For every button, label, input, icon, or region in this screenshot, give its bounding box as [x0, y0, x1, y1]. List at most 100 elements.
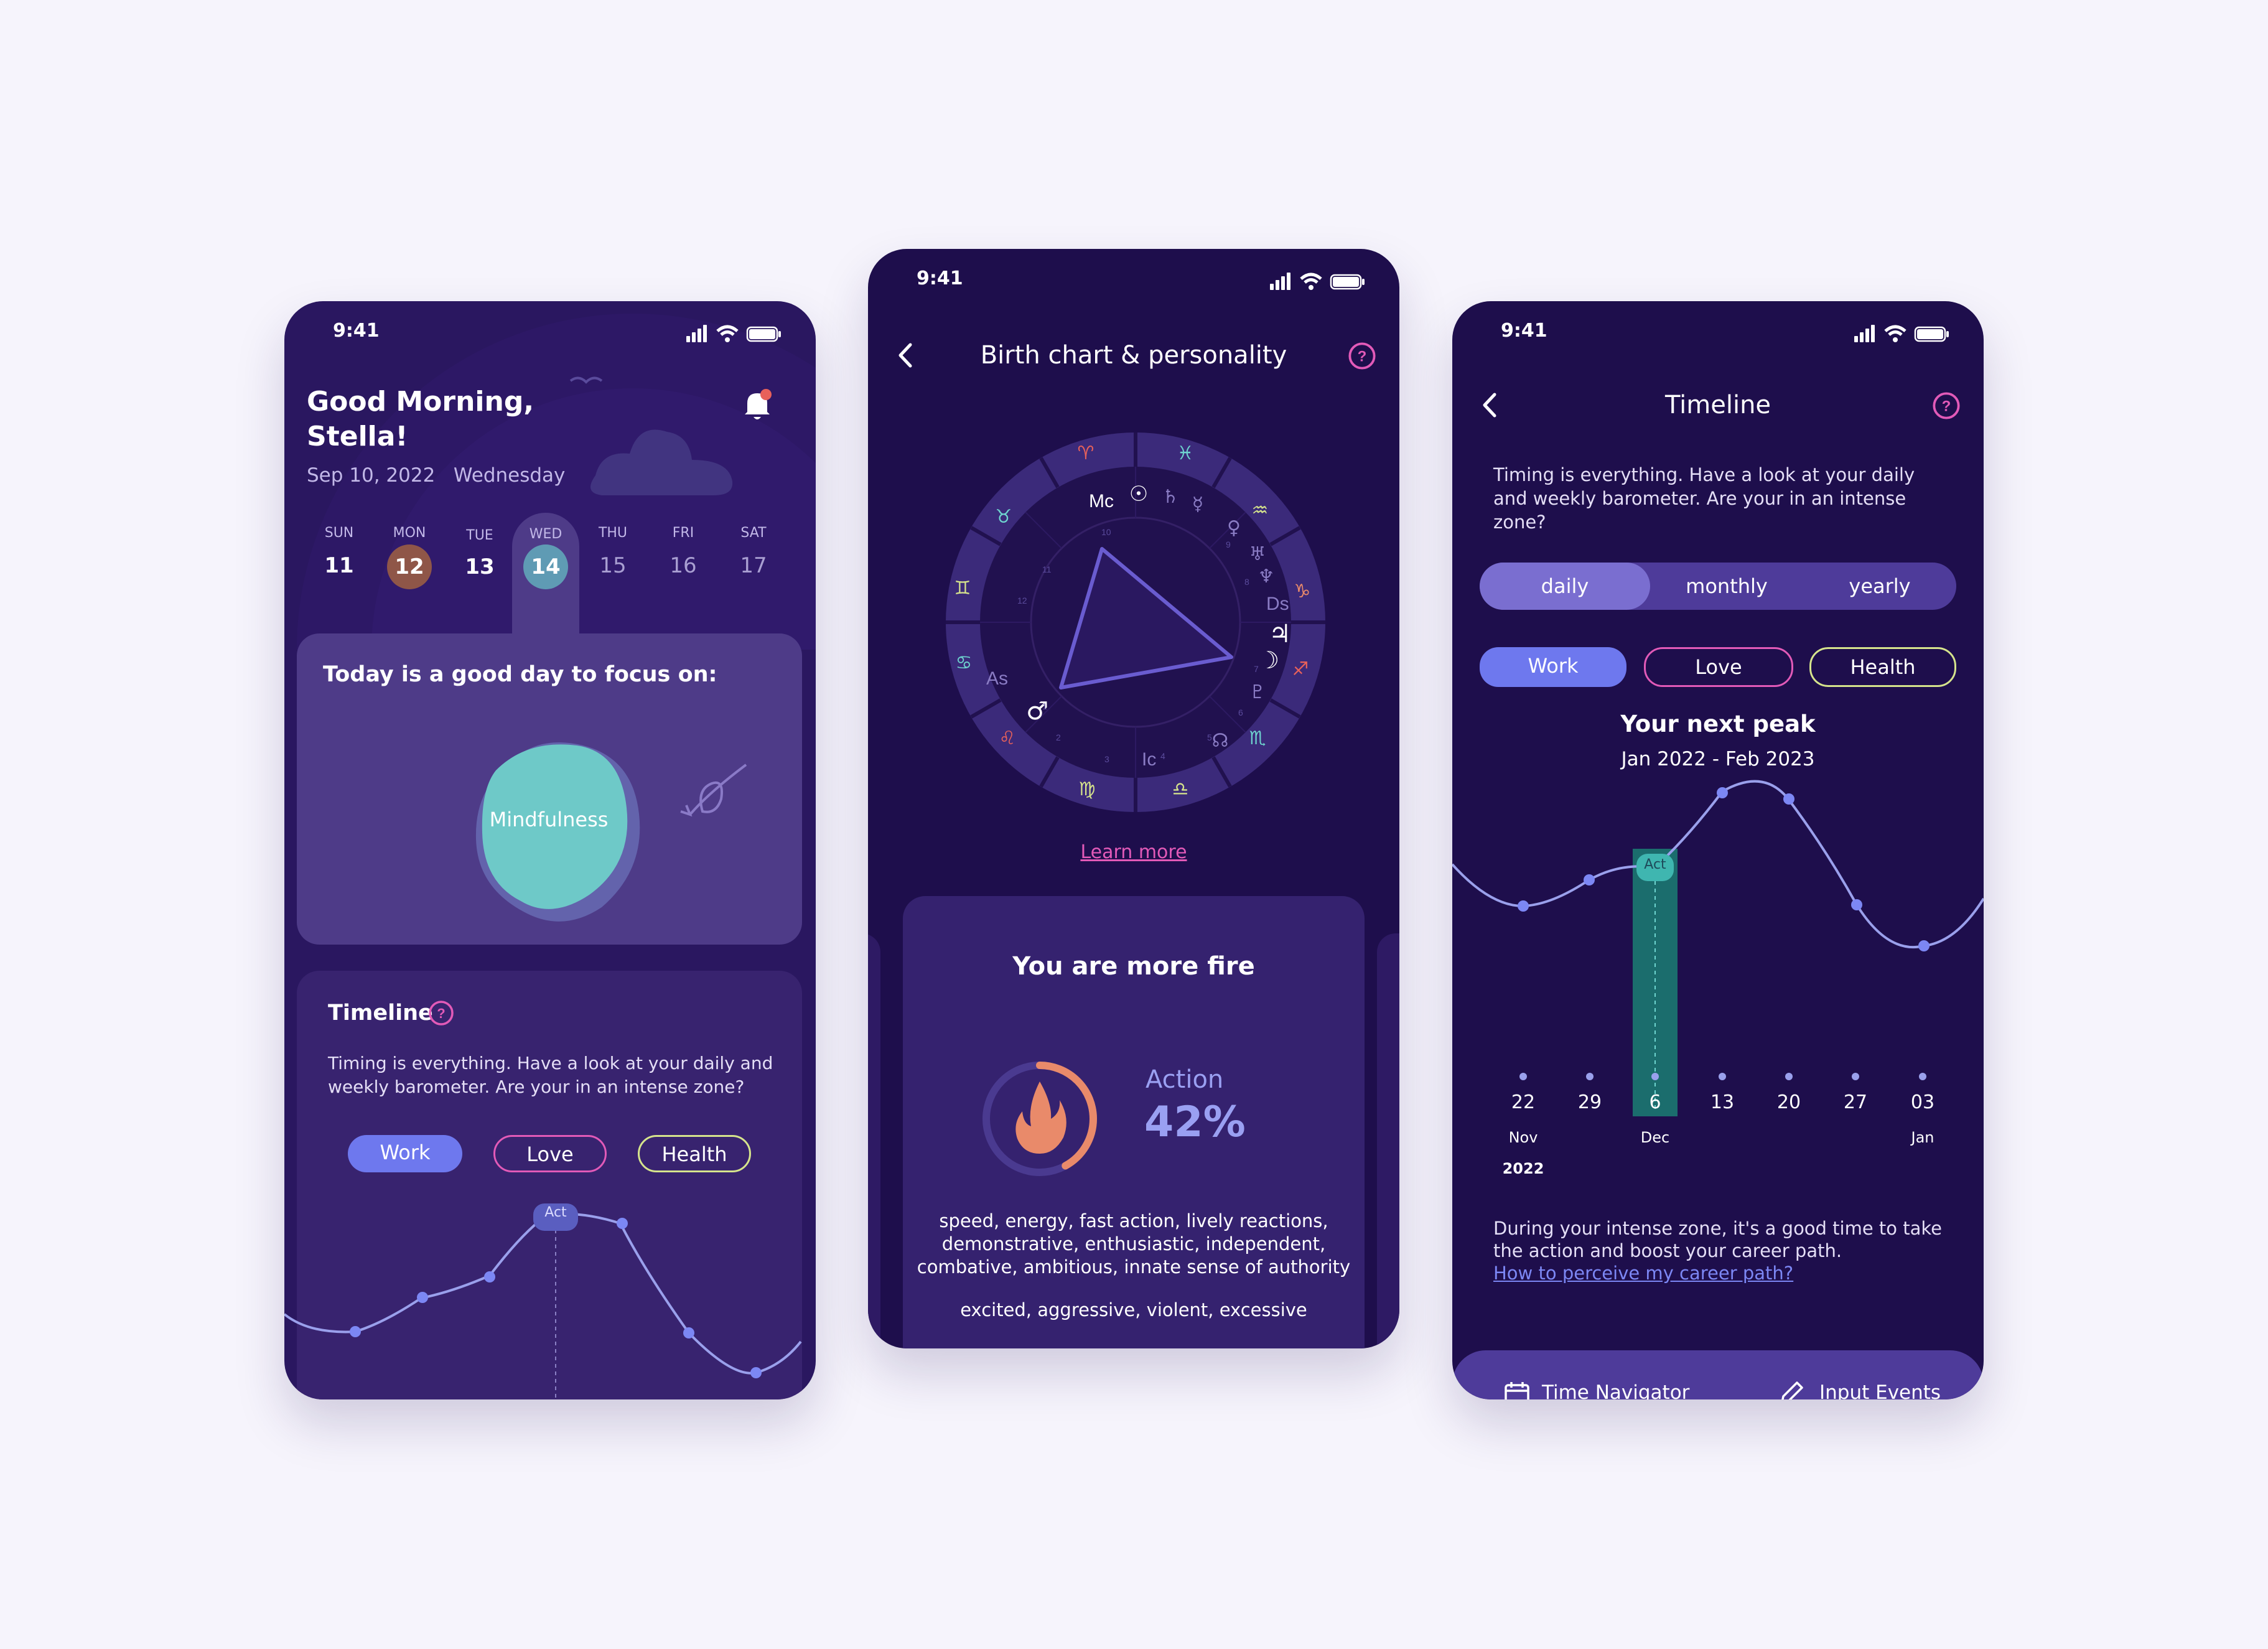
back-icon[interactable] — [893, 340, 918, 371]
day-sat[interactable]: SAT 17 — [726, 525, 782, 578]
svg-text:♈: ♈ — [1078, 442, 1094, 464]
current-weekday: Wednesday — [453, 464, 566, 487]
chip-love[interactable]: Love — [493, 1135, 607, 1172]
svg-text:♒: ♒ — [1252, 500, 1269, 521]
svg-text:♇: ♇ — [1249, 681, 1266, 703]
traits-line: combative, ambitious, innate sense of au… — [917, 1256, 1351, 1278]
status-bar: 9:41 — [1452, 301, 1984, 363]
svg-text:♅: ♅ — [1249, 543, 1266, 565]
day-label: THU — [598, 525, 628, 541]
day-number: 11 — [324, 553, 354, 578]
chip-health[interactable]: Health — [1809, 647, 1956, 687]
svg-text:Ds: Ds — [1266, 594, 1289, 614]
svg-text:♓: ♓ — [1177, 442, 1194, 464]
svg-text:♐: ♐ — [1292, 658, 1309, 680]
day-label: WED — [529, 526, 562, 542]
timeline-chart[interactable] — [1452, 774, 1984, 1123]
timeline-screen: 9:41 Timeline ? Timing is everything. Ha… — [1452, 301, 1984, 1399]
help-icon[interactable]: ? — [1347, 341, 1377, 371]
status-time: 9:41 — [1501, 320, 1547, 342]
day-thu[interactable]: THU 15 — [585, 525, 641, 578]
status-bar: 9:41 — [868, 249, 1399, 311]
svg-text:♑: ♑ — [1294, 581, 1311, 602]
year-label: 2022 — [1502, 1160, 1544, 1177]
mc-label: Mc — [1089, 491, 1114, 512]
day-wed[interactable]: WED 14 — [518, 526, 574, 589]
traits-line: demonstrative, enthusiastic, independent… — [941, 1233, 1326, 1254]
next-card-edge[interactable] — [1377, 933, 1399, 1348]
day-label: MON — [393, 525, 426, 541]
date-tick: 6 — [1649, 1091, 1661, 1113]
svg-text:☊: ☊ — [1212, 730, 1229, 752]
focus-item-label: Mindfulness — [489, 808, 609, 831]
page-title: Birth chart & personality — [980, 341, 1287, 370]
svg-text:Ic: Ic — [1142, 749, 1156, 770]
greeting-line1: Good Morning, — [307, 386, 534, 418]
timeline-description: Timing is everything. Have a look at you… — [328, 1053, 773, 1097]
chip-work[interactable]: Work — [1480, 647, 1626, 687]
day-mon[interactable]: MON 12 — [381, 525, 437, 589]
prev-card-edge[interactable] — [868, 933, 880, 1348]
current-date: Sep 10, 2022 — [307, 464, 436, 487]
day-label: TUE — [466, 528, 493, 543]
period-yearly[interactable]: yearly — [1803, 563, 1956, 610]
bottom-nav: Time Navigator Input Events — [1452, 1350, 1984, 1399]
back-icon[interactable] — [1477, 390, 1502, 421]
day-number: 15 — [599, 553, 627, 578]
help-icon[interactable]: ? — [1931, 391, 1961, 421]
day-label: FRI — [672, 525, 694, 541]
svg-text:♉: ♉ — [996, 506, 1012, 528]
notification-bell-icon[interactable] — [739, 386, 776, 423]
svg-text:10: 10 — [1101, 527, 1111, 537]
traits-line: speed, energy, fast action, lively react… — [939, 1210, 1328, 1231]
svg-text:As: As — [986, 668, 1008, 689]
birth-chart-screen: 9:41 Birth chart & personality ? ♈ ♓ ♒ ♑… — [868, 249, 1399, 1348]
svg-text:♎: ♎ — [1172, 778, 1189, 800]
day-number: 14 — [523, 544, 568, 589]
nav-time-navigator[interactable]: Time Navigator — [1542, 1381, 1689, 1399]
date-tick: 13 — [1710, 1091, 1735, 1113]
chip-love[interactable]: Love — [1644, 647, 1793, 687]
date-tick: 22 — [1511, 1091, 1536, 1113]
focus-card: Today is a good day to focus on: Mindful… — [297, 633, 802, 945]
fire-progress-ring — [982, 1062, 1097, 1176]
svg-text:♌: ♌ — [999, 727, 1016, 749]
day-tue[interactable]: TUE 13 — [452, 528, 508, 579]
chip-work[interactable]: Work — [348, 1135, 462, 1172]
card-title: You are more fire — [1012, 952, 1255, 981]
traits: speed, energy, fast action, lively react… — [903, 1210, 1365, 1279]
metric-label: Action — [1146, 1065, 1224, 1094]
period-monthly[interactable]: monthly — [1650, 563, 1803, 610]
svg-text:?: ? — [1942, 398, 1951, 415]
svg-text:♀: ♀ — [1227, 517, 1241, 539]
svg-text:♋: ♋ — [956, 652, 973, 674]
day-sun[interactable]: SUN 11 — [311, 525, 367, 578]
day-number: 13 — [465, 554, 495, 579]
footer-text: During your intense zone, it's a good ti… — [1493, 1217, 1954, 1284]
svg-text:7: 7 — [1254, 664, 1259, 674]
month-label-dec: Dec — [1640, 1129, 1670, 1146]
help-icon[interactable]: ? — [427, 999, 455, 1027]
mindfulness-blob[interactable] — [459, 733, 645, 932]
day-fri[interactable]: FRI 16 — [655, 525, 711, 578]
nav-input-events[interactable]: Input Events — [1819, 1381, 1941, 1399]
status-bar: 9:41 — [284, 301, 816, 363]
birth-chart-wheel[interactable]: ♈ ♓ ♒ ♑ ♐ ♏ ♎ ♍ ♌ ♋ ♊ ♉ ♄ ☿ ♀ ♅ ♆ ♃ ☽ ♇ … — [943, 429, 1328, 815]
period-daily[interactable]: daily — [1480, 563, 1650, 610]
svg-text:♄: ♄ — [1162, 486, 1179, 508]
day-label: SAT — [740, 525, 767, 541]
day-number: 17 — [740, 553, 767, 578]
day-number: 12 — [387, 544, 432, 589]
signal-wifi-battery-icon — [1270, 273, 1365, 290]
learn-more-link[interactable]: Learn more — [868, 841, 1399, 863]
intro-text: Timing is everything. Have a look at you… — [1493, 464, 1915, 533]
status-time: 9:41 — [333, 320, 380, 342]
footer-line: During your intense zone, it's a good ti… — [1493, 1218, 1942, 1239]
greeting-name: Stella! — [307, 421, 408, 452]
act-marker: Act — [544, 1205, 567, 1220]
career-path-link[interactable]: How to perceive my career path? — [1493, 1262, 1954, 1284]
svg-text:☿: ☿ — [1192, 493, 1203, 515]
svg-text:12: 12 — [1017, 596, 1027, 605]
home-screen: 9:41 Good Morning, Stella! Sep 10, 2022 … — [284, 301, 816, 1399]
chip-health[interactable]: Health — [638, 1135, 751, 1172]
